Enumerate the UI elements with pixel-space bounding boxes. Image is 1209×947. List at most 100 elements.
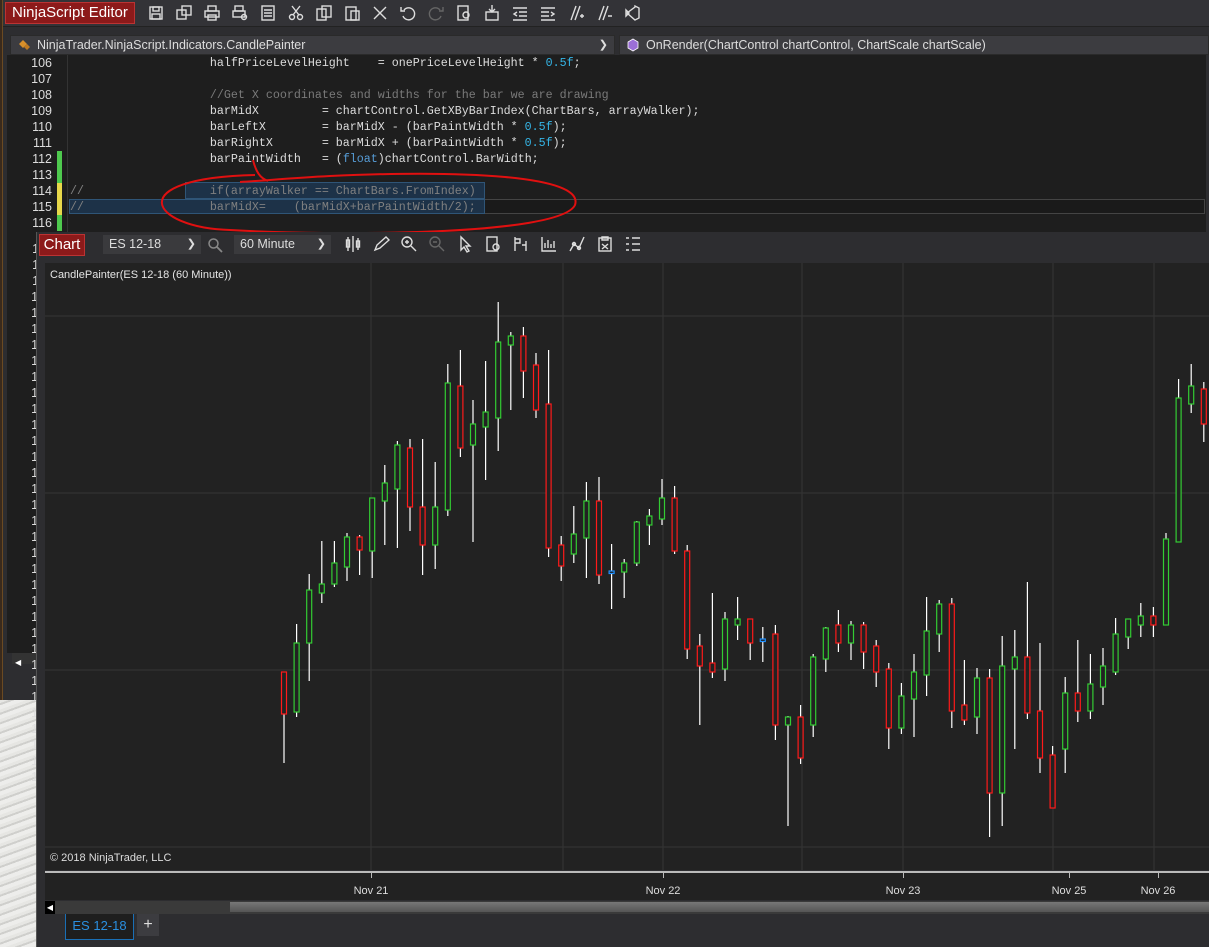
copy-icon: [316, 5, 332, 21]
pointer-icon: [460, 235, 472, 253]
compile-icon: [485, 5, 499, 21]
candle-body-up: [331, 562, 338, 585]
candle-body-up: [633, 521, 640, 564]
copy-button[interactable]: [313, 3, 335, 23]
zoom-out-icon: [429, 236, 445, 252]
indent-button[interactable]: [537, 3, 559, 23]
candle-body-up: [1125, 618, 1132, 638]
drawing-tool-button[interactable]: [370, 234, 392, 254]
properties-button[interactable]: [622, 234, 644, 254]
candle-body-up: [394, 444, 401, 490]
code-navigation-bar: NinjaTrader.NinjaScript.Indicators.Candl…: [3, 33, 1209, 56]
save-button[interactable]: [145, 3, 167, 23]
print-button[interactable]: [201, 3, 223, 23]
candle-body-down: [280, 671, 288, 715]
indicators-button[interactable]: [538, 234, 560, 254]
page-setup-button[interactable]: [257, 3, 279, 23]
member-selector[interactable]: OnRender(ChartControl chartControl, Char…: [619, 35, 1209, 55]
scrollbar-thumb[interactable]: [230, 902, 1209, 912]
add-tab-button[interactable]: +: [137, 914, 159, 936]
editor-title[interactable]: NinjaScript Editor: [5, 2, 135, 24]
candle-body-up: [306, 589, 313, 644]
comment-button[interactable]: [565, 3, 587, 23]
class-icon: [19, 40, 30, 50]
candle-body-up: [923, 630, 930, 676]
candle-body-down: [532, 364, 540, 411]
templates-button[interactable]: [594, 234, 616, 254]
strategies-icon: [569, 236, 585, 252]
axis-tick: [663, 873, 664, 878]
save-all-button[interactable]: [173, 3, 195, 23]
candle-body-down: [797, 716, 804, 759]
candle-body-up: [898, 695, 905, 729]
chart-menu-button[interactable]: Chart: [39, 234, 85, 256]
candle-body-down: [885, 668, 892, 729]
chart-tools: [342, 234, 644, 254]
time-label: Nov 22: [645, 885, 681, 897]
chart-panel[interactable]: CandlePainter(ES 12-18 (60 Minute)) © 20…: [45, 263, 1209, 870]
find-button[interactable]: [453, 3, 475, 23]
candle-body-down: [1036, 710, 1044, 759]
outdent-button[interactable]: [509, 3, 531, 23]
print-preview-button[interactable]: [229, 3, 251, 23]
candle-body-up: [847, 624, 855, 644]
visual-studio-button[interactable]: [621, 3, 643, 23]
save-icon: [149, 6, 163, 20]
tab-es-12-18[interactable]: ES 12-18: [65, 914, 134, 940]
search-icon[interactable]: [207, 237, 223, 253]
candle-body-down: [1150, 615, 1157, 626]
price-plot: [45, 263, 1209, 870]
zoom-in-button[interactable]: [398, 234, 420, 254]
data-box-button[interactable]: [482, 234, 504, 254]
delete-button[interactable]: [369, 3, 391, 23]
copyright: © 2018 NinjaTrader, LLC: [50, 852, 172, 864]
axis-tick: [371, 873, 372, 878]
undo-button[interactable]: [397, 3, 419, 23]
interval-selector[interactable]: 60 Minute ❯: [234, 235, 331, 254]
editor-titlebar: NinjaScript Editor: [3, 0, 1209, 27]
candle-body-down: [709, 662, 716, 673]
candle-body-up: [318, 583, 325, 594]
compile-button[interactable]: [481, 3, 503, 23]
instrument-selector[interactable]: ES 12-18 ❯: [103, 235, 201, 254]
candle-body-up: [369, 497, 376, 552]
candle-body-up: [822, 627, 829, 660]
candle-body-down: [1074, 692, 1081, 712]
delete-icon: [373, 6, 387, 20]
zoom-out-button[interactable]: [426, 234, 448, 254]
code-editor[interactable]: 106 107 108 109 110 111 112 113 114 115 116 halfPr…: [7, 55, 1206, 233]
bar-spacing-button[interactable]: [510, 234, 532, 254]
bar-spacing-icon: [514, 237, 527, 251]
candle-body-up: [721, 618, 729, 670]
candle-body-down: [835, 624, 842, 644]
paste-icon: [345, 6, 360, 21]
time-axis[interactable]: Nov 21 Nov 22 Nov 23 Nov 25 Nov 26: [45, 871, 1209, 900]
candle-body-down: [873, 645, 880, 673]
candle-body-up: [658, 497, 666, 520]
candle-body-up: [810, 656, 817, 726]
chart-style-button[interactable]: [342, 234, 364, 254]
class-selector[interactable]: NinjaTrader.NinjaScript.Indicators.Candl…: [10, 35, 615, 55]
red-annotation-circle: [161, 159, 577, 233]
cut-icon: [288, 5, 304, 21]
scroll-left-arrow[interactable]: ◀: [45, 901, 55, 914]
strategies-button[interactable]: [566, 234, 588, 254]
pointer-button[interactable]: [454, 234, 476, 254]
candle-body-up: [343, 536, 351, 568]
redo-button[interactable]: [425, 3, 447, 23]
redo-icon: [428, 7, 444, 21]
axis-tick: [1158, 873, 1159, 878]
candle-body-up: [495, 341, 502, 419]
paste-button[interactable]: [341, 3, 363, 23]
chart-window: Chart ES 12-18 ❯ 60 Minute ❯ CandlePainter…: [36, 232, 1209, 947]
uncomment-button[interactable]: [593, 3, 615, 23]
chart-horizontal-scrollbar[interactable]: ◀: [45, 901, 1209, 914]
candle-body-doji: [608, 570, 615, 575]
candle-body-up: [1162, 538, 1170, 626]
member-selector-value: OnRender(ChartControl chartControl, Char…: [646, 38, 986, 52]
outdent-icon: [512, 7, 527, 21]
cut-button[interactable]: [285, 3, 307, 23]
page-setup-icon: [261, 5, 275, 21]
chart-style-icon: [345, 236, 361, 252]
candle-body-down: [860, 624, 867, 653]
